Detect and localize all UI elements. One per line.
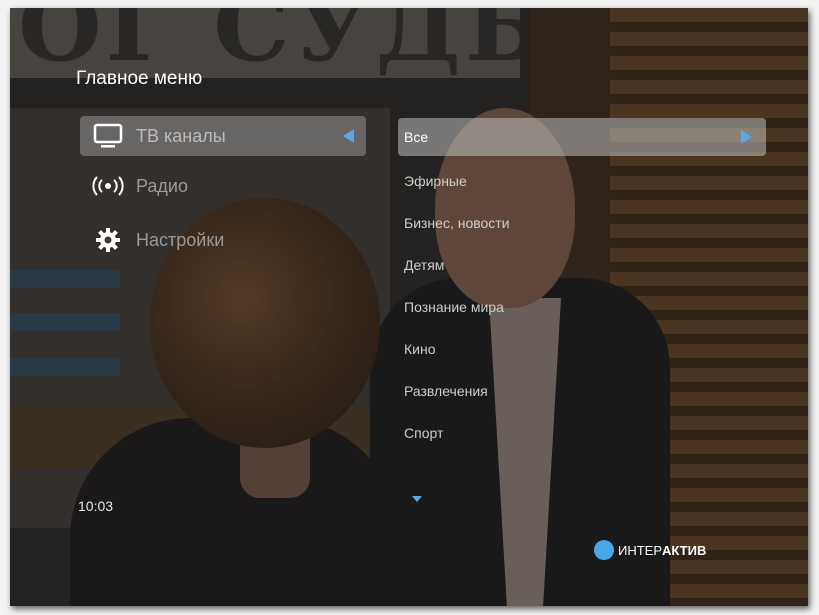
category-list: Все Эфирные Бизнес, новости Детям Познан… [398,118,766,454]
category-item[interactable]: Эфирные [398,160,766,202]
scroll-down-icon[interactable] [412,496,422,502]
interactive-label-suffix: АКТИВ [662,542,707,558]
main-menu-item-label: ТВ каналы [136,125,226,146]
interactive-button[interactable]: ИНТЕР АКТИВ [594,540,706,560]
gear-icon [80,227,136,253]
blue-button-icon [594,540,614,560]
interactive-label-prefix: ИНТЕР [618,542,663,558]
tv-icon [80,123,136,149]
category-item[interactable]: Развлечения [398,370,766,412]
arrow-right-icon [741,130,752,144]
arrow-left-icon [343,129,354,143]
radio-icon [80,175,136,197]
main-menu-item-radio[interactable]: Радио [80,166,366,206]
category-item[interactable]: Бизнес, новости [398,202,766,244]
category-item[interactable]: Кино [398,328,766,370]
main-menu-item-label: Настройки [136,229,225,250]
category-item[interactable]: Детям [398,244,766,286]
main-menu-item-label: Радио [136,175,188,196]
main-menu-item-settings[interactable]: Настройки [80,220,366,260]
category-item[interactable]: Познание мира [398,286,766,328]
clock: 10:03 [78,498,114,514]
tv-screen: ОГ СУДЬБЫ Главное меню ТВ каналы Радио Н… [10,8,808,606]
main-menu-item-tv[interactable]: ТВ каналы [80,116,366,156]
menu-title: Главное меню [76,68,203,89]
category-item[interactable]: Спорт [398,412,766,454]
category-item-label: Все [404,129,429,145]
category-item-all[interactable]: Все [398,118,766,156]
